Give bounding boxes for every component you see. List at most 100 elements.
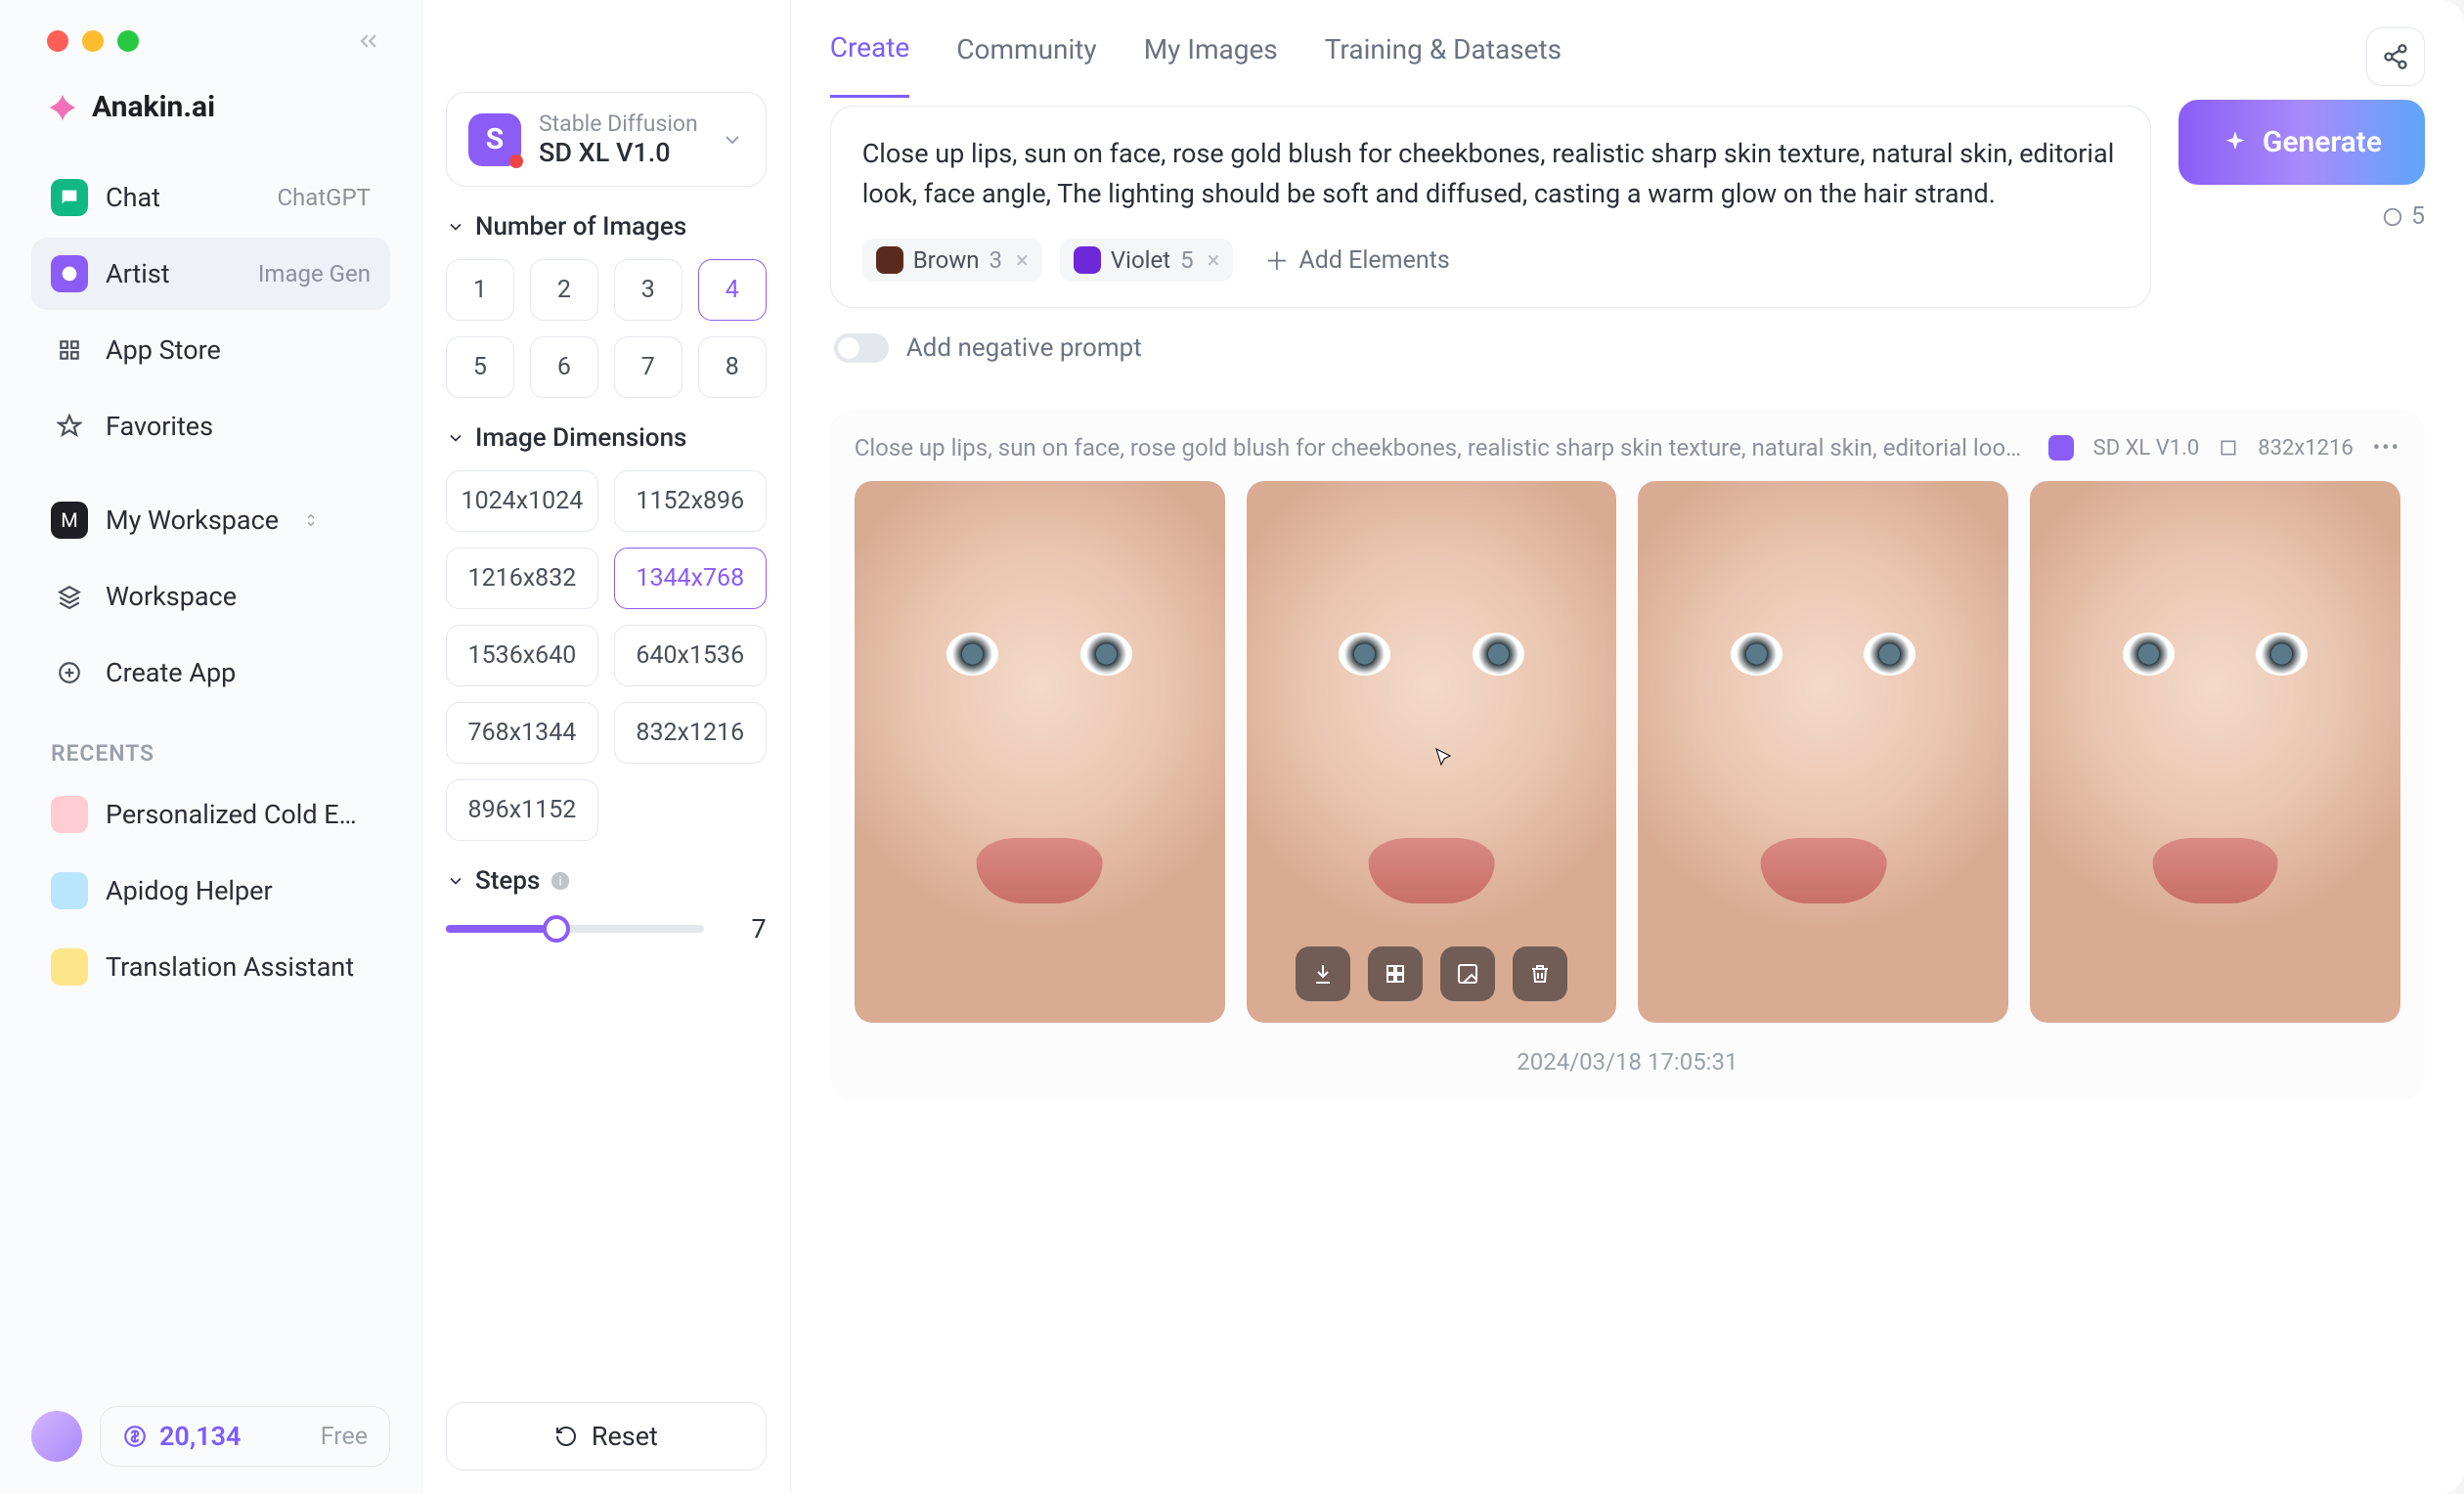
num-images-option[interactable]: 2 xyxy=(530,259,598,321)
sidebar-item-favorites[interactable]: Favorites xyxy=(31,390,390,462)
sidebar-item-app-store[interactable]: App Store xyxy=(31,314,390,386)
tab-create[interactable]: Create xyxy=(830,0,910,98)
layers-icon xyxy=(51,578,88,615)
workspace-icon: M xyxy=(51,502,88,539)
reset-button[interactable]: Reset xyxy=(446,1402,767,1471)
tab-training[interactable]: Training & Datasets xyxy=(1325,2,1562,97)
chevron-down-icon[interactable] xyxy=(446,217,465,237)
chevron-down-icon[interactable] xyxy=(446,871,465,891)
sidebar-item-create-app[interactable]: Create App xyxy=(31,637,390,709)
recent-item[interactable]: Apidog Helper xyxy=(31,855,390,927)
credits-value: 20,134 xyxy=(159,1421,241,1452)
dimension-option[interactable]: 1152x896 xyxy=(614,470,767,532)
generate-label: Generate xyxy=(2263,125,2382,159)
num-images-option[interactable]: 5 xyxy=(446,336,514,398)
chevron-down-icon[interactable] xyxy=(446,428,465,448)
num-images-option[interactable]: 1 xyxy=(446,259,514,321)
element-chip[interactable]: Violet 5 × xyxy=(1060,239,1234,282)
credits-pill[interactable]: 20,134 Free xyxy=(100,1406,390,1467)
aspect-icon xyxy=(2219,438,2238,458)
num-images-option[interactable]: 8 xyxy=(698,336,767,398)
add-elements-label: Add Elements xyxy=(1298,246,1449,275)
recent-item[interactable]: Translation Assistant xyxy=(31,931,390,1003)
sparkle-icon xyxy=(2222,129,2249,156)
recent-label: Translation Assistant xyxy=(106,951,354,983)
dimension-option[interactable]: 640x1536 xyxy=(614,625,767,686)
delete-button[interactable] xyxy=(1513,946,1567,1001)
brand: Anakin.ai xyxy=(0,90,421,124)
variations-button[interactable] xyxy=(1368,946,1423,1001)
download-button[interactable] xyxy=(1296,946,1350,1001)
avatar[interactable] xyxy=(31,1411,82,1462)
result-image[interactable] xyxy=(1638,481,2008,1023)
result-timestamp: 2024/03/18 17:05:31 xyxy=(855,1048,2400,1076)
sidebar-item-label: My Workspace xyxy=(106,505,279,536)
dimension-option[interactable]: 832x1216 xyxy=(614,702,767,764)
sidebar-item-artist[interactable]: Artist Image Gen xyxy=(31,238,390,310)
recent-label: Apidog Helper xyxy=(106,875,273,906)
info-icon[interactable]: i xyxy=(550,870,571,892)
result-size: 832x1216 xyxy=(2258,436,2353,461)
edit-button[interactable] xyxy=(1440,946,1495,1001)
minimize-window-icon[interactable] xyxy=(82,30,104,52)
app-icon xyxy=(51,872,88,909)
tab-community[interactable]: Community xyxy=(956,2,1096,97)
share-button[interactable] xyxy=(2366,27,2425,86)
steps-group: Steps i 7 xyxy=(446,866,767,945)
window-controls xyxy=(0,27,421,55)
num-images-option[interactable]: 7 xyxy=(614,336,682,398)
tab-my-images[interactable]: My Images xyxy=(1144,2,1278,97)
app-icon xyxy=(51,796,88,833)
result-image[interactable] xyxy=(1247,481,1617,1023)
result-image[interactable] xyxy=(2030,481,2400,1023)
prompt-input[interactable]: Close up lips, sun on face, rose gold bl… xyxy=(862,134,2119,213)
model-select[interactable]: S Stable Diffusion SD XL V1.0 xyxy=(446,92,767,187)
result-prompt: Close up lips, sun on face, rose gold bl… xyxy=(855,434,2027,461)
sidebar-item-badge: ChatGPT xyxy=(277,184,371,211)
num-images-option[interactable]: 3 xyxy=(614,259,682,321)
recent-item[interactable]: Personalized Cold Email Fro… xyxy=(31,778,390,851)
sidebar-item-label: Artist xyxy=(106,258,170,289)
generate-button[interactable]: Generate xyxy=(2178,100,2425,185)
dimension-option[interactable]: 1536x640 xyxy=(446,625,598,686)
result-gallery xyxy=(855,481,2400,1023)
collapse-sidebar-icon[interactable] xyxy=(355,27,382,55)
swatch-icon xyxy=(876,246,903,274)
number-of-images-group: Number of Images 12345678 xyxy=(446,212,767,398)
generation-cost: 5 xyxy=(2382,202,2425,231)
more-icon[interactable]: ••• xyxy=(2373,436,2400,461)
dimension-option[interactable]: 768x1344 xyxy=(446,702,598,764)
num-images-option[interactable]: 6 xyxy=(530,336,598,398)
sidebar-item-chat[interactable]: Chat ChatGPT xyxy=(31,161,390,234)
negative-prompt-toggle[interactable] xyxy=(834,333,889,363)
close-window-icon[interactable] xyxy=(47,30,68,52)
sidebar-item-label: Chat xyxy=(106,182,160,213)
app-icon xyxy=(51,948,88,986)
result-image[interactable] xyxy=(855,481,1225,1023)
close-icon[interactable]: × xyxy=(1208,246,1220,274)
star-icon xyxy=(51,408,88,445)
steps-value: 7 xyxy=(727,913,767,945)
sidebar-item-workspace[interactable]: Workspace xyxy=(31,560,390,633)
chip-name: Violet xyxy=(1111,246,1170,274)
recents-heading: RECENTS xyxy=(0,709,421,778)
chevron-down-icon xyxy=(721,128,744,152)
steps-slider[interactable] xyxy=(446,925,704,933)
sidebar-item-my-workspace[interactable]: M My Workspace xyxy=(31,484,390,556)
element-chip[interactable]: Brown 3 × xyxy=(862,239,1042,282)
dimension-option[interactable]: 896x1152 xyxy=(446,779,598,841)
num-images-option[interactable]: 4 xyxy=(698,259,767,321)
negative-prompt-label: Add negative prompt xyxy=(906,333,1142,363)
dimension-option[interactable]: 1344x768 xyxy=(614,548,767,609)
close-icon[interactable]: × xyxy=(1016,246,1029,274)
maximize-window-icon[interactable] xyxy=(117,30,139,52)
chip-name: Brown xyxy=(913,246,980,274)
add-elements-button[interactable]: ＋ Add Elements xyxy=(1251,235,1463,286)
brand-name: Anakin.ai xyxy=(92,90,215,124)
group-title: Steps xyxy=(475,866,540,896)
sidebar-footer: 20,134 Free xyxy=(0,1406,421,1467)
plan-label: Free xyxy=(321,1423,368,1451)
dimension-option[interactable]: 1024x1024 xyxy=(446,470,598,532)
main-panel: Create Community My Images Training & Da… xyxy=(791,0,2464,1494)
dimension-option[interactable]: 1216x832 xyxy=(446,548,598,609)
